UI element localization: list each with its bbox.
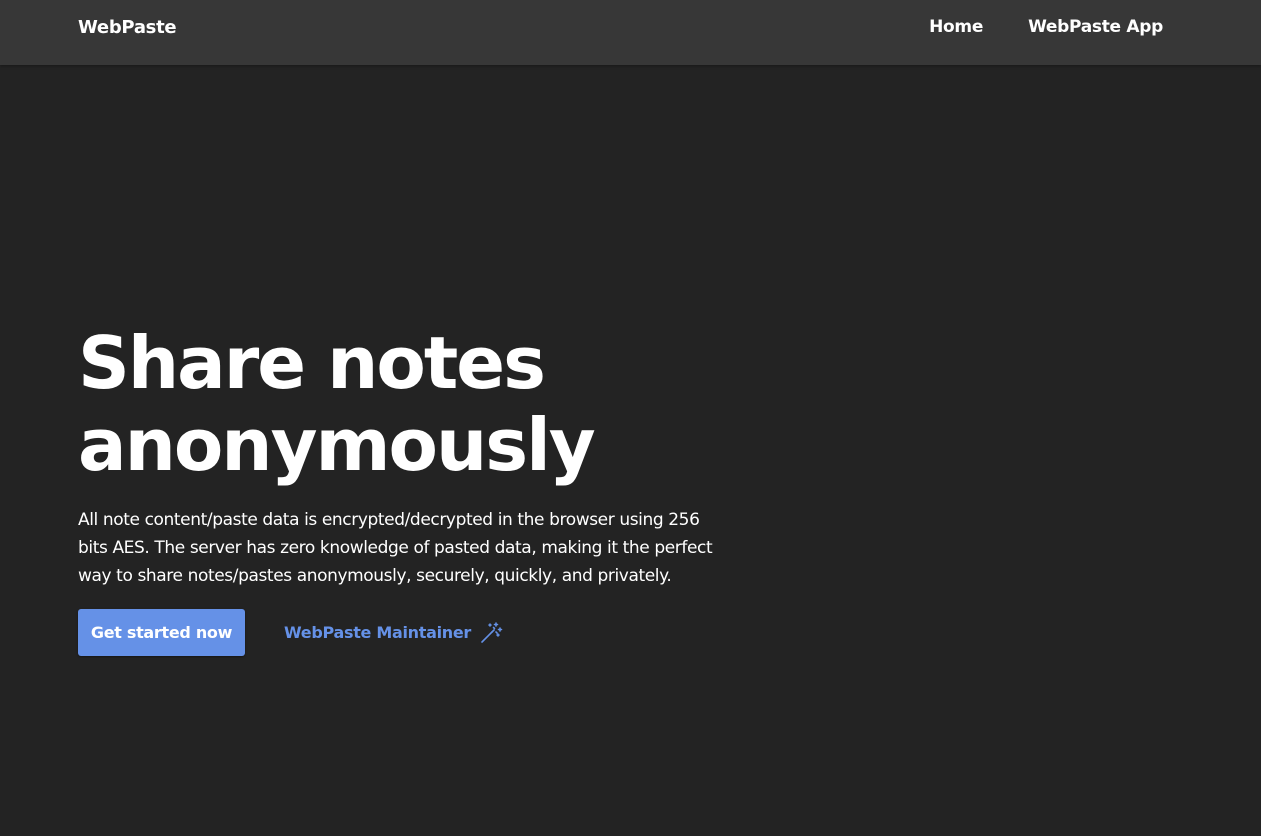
hero-section: Share notes anonymously All note content… (78, 322, 738, 590)
magic-wand-icon (481, 621, 503, 643)
nav-links: Home WebPaste App (929, 17, 1163, 37)
brand-logo-link[interactable]: WebPaste (78, 17, 177, 38)
get-started-button[interactable]: Get started now (78, 609, 245, 656)
nav-link-home[interactable]: Home (929, 17, 983, 37)
hero-title: Share notes anonymously (78, 322, 738, 486)
hero-title-line-2: anonymously (78, 403, 596, 487)
hero-title-line-1: Share notes (78, 321, 546, 405)
hero-description: All note content/paste data is encrypted… (78, 510, 713, 586)
hero-actions: Get started now WebPaste Maintainer (78, 609, 503, 656)
maintainer-link[interactable]: WebPaste Maintainer (284, 621, 503, 645)
nav-link-webpaste-app[interactable]: WebPaste App (1028, 17, 1163, 37)
top-navbar: WebPaste Home WebPaste App (0, 0, 1261, 65)
maintainer-link-label: WebPaste Maintainer (284, 623, 472, 642)
